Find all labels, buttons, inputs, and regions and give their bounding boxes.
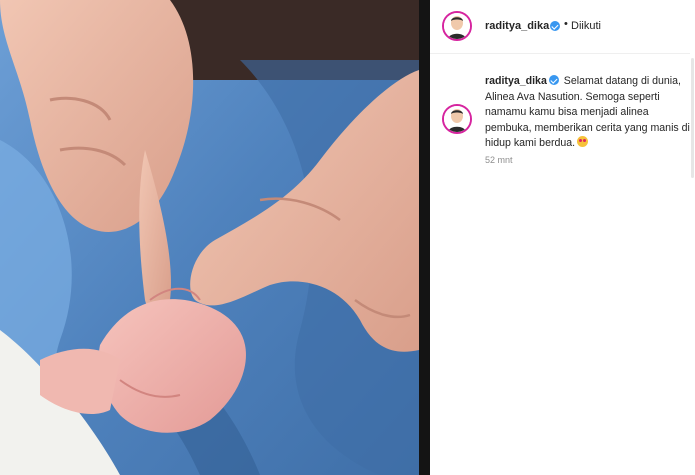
separator-dot: • xyxy=(564,18,568,30)
verified-badge-icon xyxy=(548,75,559,85)
scrollbar-thumb[interactable] xyxy=(691,58,694,178)
post-side-panel: raditya_dika • Diikuti raditya_dika Sela… xyxy=(430,0,695,475)
post-header: raditya_dika • Diikuti xyxy=(430,0,695,54)
avatar[interactable] xyxy=(442,11,472,41)
heart-eyes-emoji-icon xyxy=(577,136,589,148)
scrollbar[interactable] xyxy=(690,0,695,475)
caption-avatar-illustration xyxy=(444,106,470,132)
post-timestamp[interactable]: 52 mnt xyxy=(485,155,513,165)
avatar-illustration xyxy=(444,13,470,39)
header-username[interactable]: raditya_dika xyxy=(485,20,549,32)
caption-username[interactable]: raditya_dika xyxy=(485,75,547,87)
post-photo[interactable] xyxy=(0,0,419,475)
post-photo-illustration xyxy=(0,0,419,475)
following-button[interactable]: Diikuti xyxy=(571,20,601,32)
media-panel-divider xyxy=(419,0,430,475)
post-caption: raditya_dika Selamat datang di dunia, Al… xyxy=(485,74,690,152)
verified-badge-icon xyxy=(550,21,560,31)
caption-avatar[interactable] xyxy=(442,104,472,134)
